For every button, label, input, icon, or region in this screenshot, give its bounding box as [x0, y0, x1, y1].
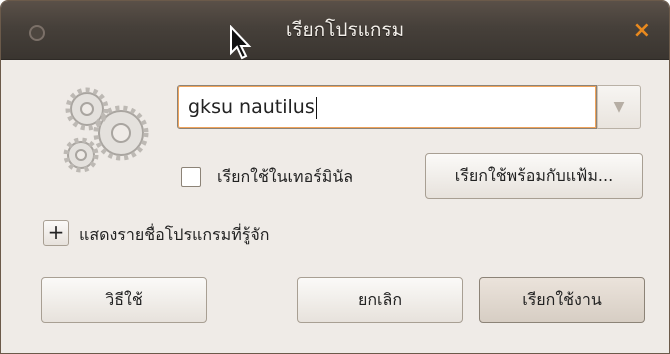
help-button[interactable]: วิธีใช้	[41, 277, 207, 323]
window-title: เรียกโปรแกรม	[285, 19, 405, 41]
command-input[interactable]: gksu nautilus	[177, 85, 597, 129]
known-applications-expander-label[interactable]: แสดงรายชื่อโปรแกรมที่รู้จัก	[79, 223, 269, 248]
cancel-button[interactable]: ยกเลิก	[297, 277, 463, 323]
run-in-terminal-checkbox[interactable]	[181, 167, 201, 187]
run-in-terminal-label[interactable]: เรียกใช้ในเทอร์มินัล	[217, 165, 353, 190]
expander-toggle[interactable]: +	[43, 220, 69, 246]
run-button[interactable]: เรียกใช้งาน	[479, 277, 645, 323]
title-bar[interactable]: เรียกโปรแกรม ×	[1, 1, 669, 60]
close-icon[interactable]: ×	[633, 18, 651, 43]
run-with-file-button[interactable]: เรียกใช้พร้อมกับแฟ้ม...	[425, 153, 643, 199]
text-caret	[315, 96, 317, 119]
app-gears-icon	[63, 87, 149, 173]
command-input-text: gksu nautilus	[188, 96, 315, 118]
dropdown-arrow-icon[interactable]: ▼	[597, 85, 641, 129]
run-application-dialog: เรียกโปรแกรม × gksu nautilus ▼ เรียกใช้ใ…	[0, 0, 670, 354]
mouse-cursor-icon	[230, 25, 252, 60]
